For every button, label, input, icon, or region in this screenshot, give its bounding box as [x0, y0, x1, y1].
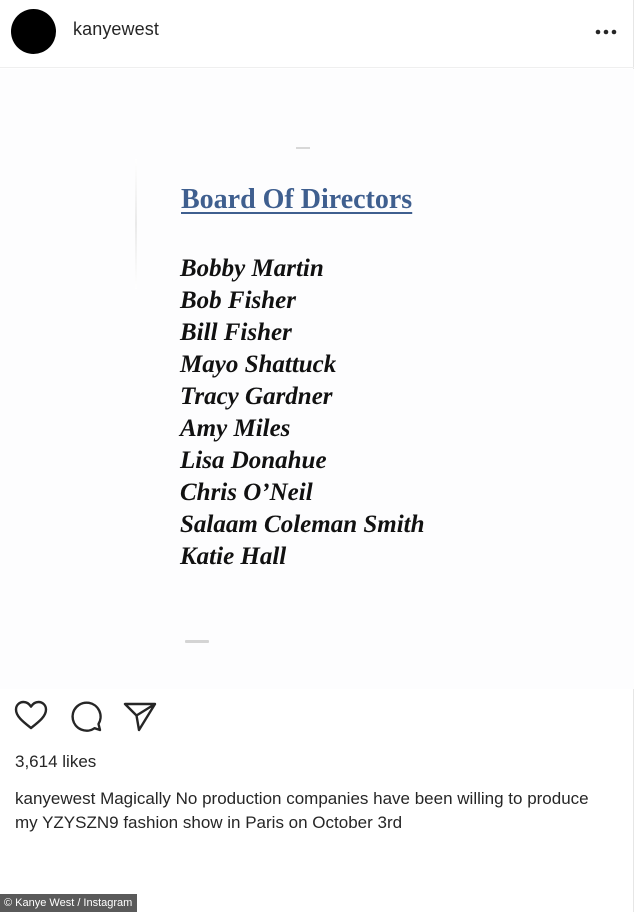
more-horizontal-icon — [595, 29, 617, 35]
caption-text: Magically No production companies have b… — [15, 789, 589, 832]
avatar[interactable] — [11, 9, 56, 54]
directors-list: Bobby Martin Bob Fisher Bill Fisher Mayo… — [180, 253, 425, 573]
director-name: Lisa Donahue — [180, 447, 327, 474]
heart-icon — [14, 700, 48, 730]
post-image[interactable]: Board Of Directors Bobby Martin Bob Fish… — [0, 69, 634, 689]
comment-button[interactable] — [68, 698, 104, 734]
document-edge — [135, 159, 137, 289]
more-options-button[interactable] — [590, 22, 622, 42]
share-button[interactable] — [122, 698, 158, 734]
share-icon — [123, 702, 157, 732]
scan-mark — [185, 640, 209, 643]
director-name: Chris O’Neil — [180, 479, 313, 506]
director-name: Mayo Shattuck — [180, 351, 337, 378]
director-name: Amy Miles — [180, 415, 291, 442]
post-username[interactable]: kanyewest — [73, 19, 159, 40]
comment-icon — [71, 701, 102, 732]
director-name: Bill Fisher — [180, 319, 292, 346]
director-name: Salaam Coleman Smith — [180, 511, 425, 538]
post-caption: kanyewest Magically No production compan… — [15, 787, 615, 835]
likes-count[interactable]: 3,614 likes — [15, 752, 96, 772]
like-button[interactable] — [13, 698, 49, 734]
director-name: Bob Fisher — [180, 287, 297, 314]
instagram-post: kanyewest Board Of Directors Bobby Marti… — [0, 0, 634, 912]
director-name: Katie Hall — [180, 543, 287, 570]
caption-username[interactable]: kanyewest — [15, 789, 95, 808]
scan-mark — [296, 147, 310, 149]
document-title: Board Of Directors — [181, 184, 413, 215]
director-name: Bobby Martin — [180, 255, 324, 282]
director-name: Tracy Gardner — [180, 383, 333, 410]
post-header: kanyewest — [0, 0, 634, 68]
photo-credit: © Kanye West / Instagram — [0, 894, 138, 912]
post-actions — [0, 694, 634, 736]
